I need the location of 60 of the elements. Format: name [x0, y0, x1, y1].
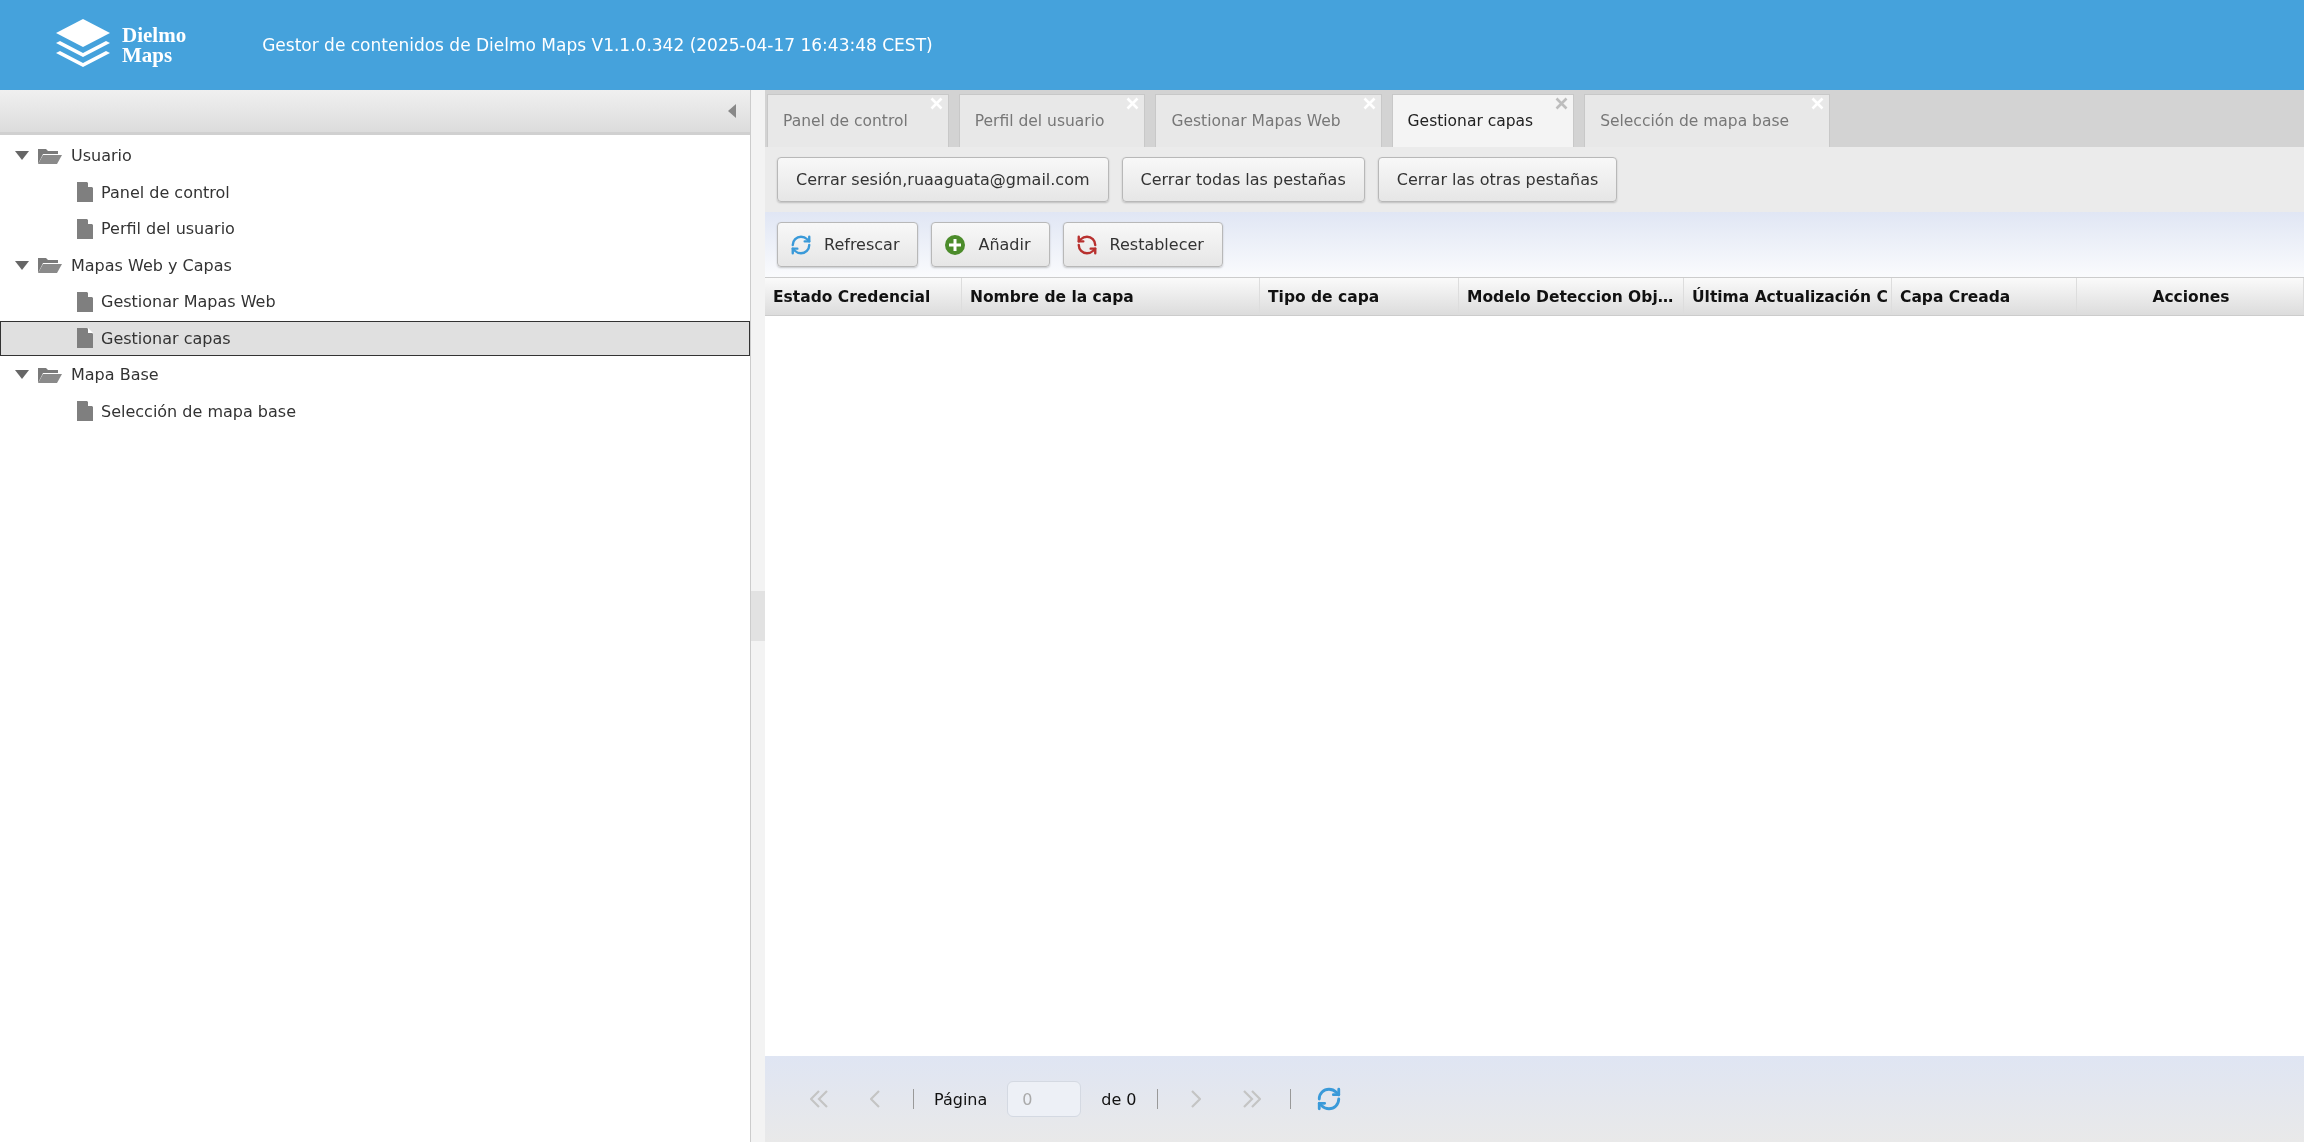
- tree-item[interactable]: Usuario: [0, 138, 750, 173]
- column-header[interactable]: Capa Creada: [1892, 278, 2077, 315]
- column-header[interactable]: Nombre de la capa: [962, 278, 1260, 315]
- logo-text: Dielmo Maps: [122, 25, 187, 65]
- session-button[interactable]: Cerrar sesión,ruaaguata@gmail.com: [777, 157, 1109, 202]
- session-button[interactable]: Cerrar las otras pestañas: [1377, 157, 1618, 202]
- page-label: Página: [934, 1089, 988, 1109]
- tab[interactable]: Selección de mapa base: [1584, 94, 1831, 147]
- tree-label: Panel de control: [101, 182, 230, 202]
- tree-item[interactable]: Mapa Base: [0, 357, 750, 392]
- tree-item[interactable]: Perfil del usuario: [0, 211, 750, 246]
- reset-icon: [1075, 233, 1098, 256]
- tab[interactable]: Perfil del usuario: [958, 94, 1146, 147]
- first-page-icon: [810, 1090, 828, 1108]
- toolbar-button[interactable]: Añadir: [931, 222, 1050, 267]
- tree-item[interactable]: Gestionar Mapas Web: [0, 284, 750, 319]
- tree-label: Gestionar Mapas Web: [101, 292, 276, 311]
- plus-icon: [944, 233, 967, 256]
- tab[interactable]: Gestionar capas: [1391, 94, 1575, 147]
- caret-icon[interactable]: [15, 151, 29, 160]
- tree-label: Gestionar capas: [101, 328, 231, 348]
- folder-icon: [37, 146, 63, 165]
- column-header[interactable]: Estado Credencial: [765, 278, 962, 315]
- tab[interactable]: Panel de control: [767, 94, 949, 147]
- folder-icon: [37, 365, 63, 384]
- previous-page-icon: [870, 1090, 880, 1108]
- app-title: Gestor de contenidos de Dielmo Maps V1.1.0.342 (2025-04-17 16:43:48 CEST): [262, 35, 933, 55]
- page-count: de 0: [1101, 1089, 1137, 1109]
- tree-label: Mapas Web y Capas: [71, 255, 232, 275]
- session-button[interactable]: Cerrar todas las pestañas: [1121, 157, 1365, 202]
- tree-label: Usuario: [71, 146, 132, 165]
- column-header[interactable]: Modelo Deteccion Obj…: [1459, 278, 1684, 315]
- tree-item[interactable]: Gestionar capas: [0, 320, 750, 356]
- next-page-icon: [1190, 1090, 1201, 1108]
- collapse-icon[interactable]: [728, 104, 736, 118]
- tab[interactable]: Gestionar Mapas Web: [1155, 94, 1382, 147]
- tree-label: Perfil del usuario: [101, 219, 235, 238]
- folder-icon: [37, 256, 63, 274]
- toolbar-button[interactable]: Restablecer: [1062, 222, 1223, 267]
- file-icon: [77, 328, 93, 348]
- tree-item[interactable]: Mapas Web y Capas: [0, 247, 750, 283]
- tree-label: Selección de mapa base: [101, 401, 296, 421]
- file-icon: [77, 291, 93, 312]
- refresh-icon: [790, 233, 812, 256]
- close-icon[interactable]: [1555, 97, 1569, 110]
- file-icon: [77, 182, 93, 202]
- file-icon: [77, 218, 93, 239]
- tree-label: Mapa Base: [71, 365, 159, 384]
- column-header[interactable]: Acciones: [2077, 278, 2304, 315]
- tree-item[interactable]: Panel de control: [0, 174, 750, 210]
- caret-icon[interactable]: [15, 370, 29, 379]
- last-page-icon: [1242, 1090, 1261, 1108]
- tree-item[interactable]: Selección de mapa base: [0, 393, 750, 429]
- caret-icon[interactable]: [15, 260, 29, 270]
- refresh-icon: [1315, 1086, 1342, 1112]
- toolbar-button[interactable]: Refrescar: [777, 222, 919, 267]
- file-icon: [77, 401, 93, 421]
- splitter-handle[interactable]: [751, 591, 765, 641]
- column-header[interactable]: Última Actualización C: [1684, 278, 1892, 315]
- column-header[interactable]: Tipo de capa: [1260, 278, 1459, 315]
